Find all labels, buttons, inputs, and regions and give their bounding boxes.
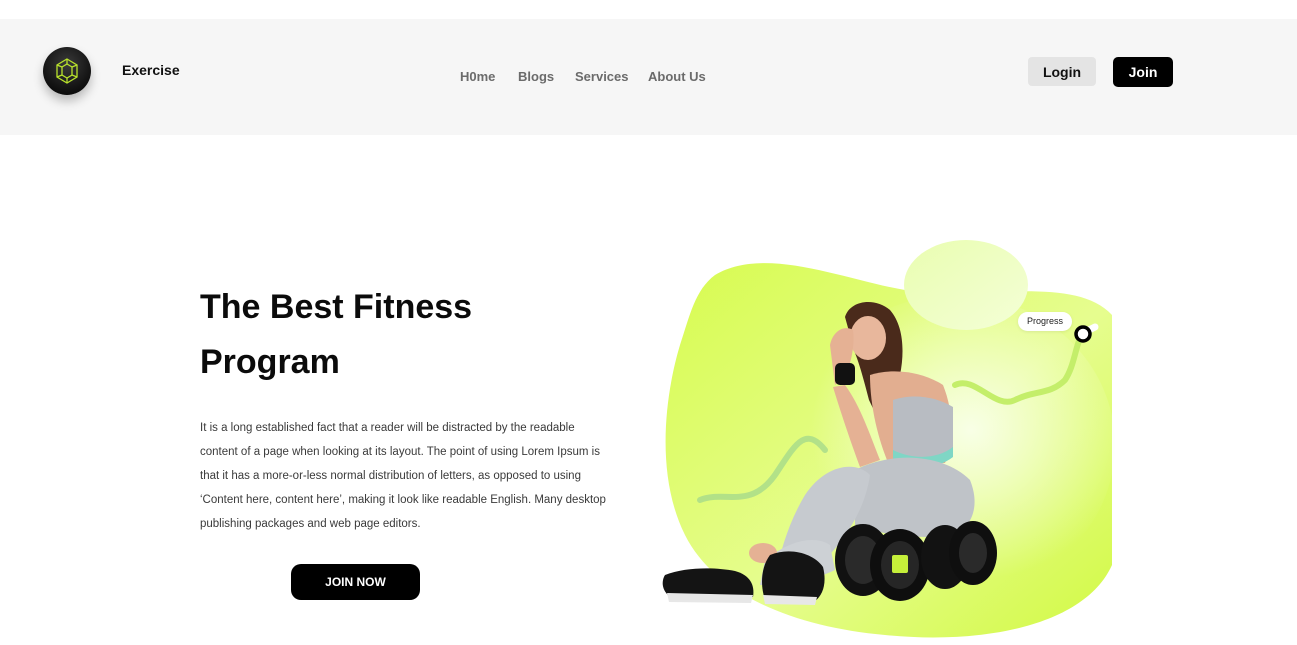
logo-icon[interactable] [43,47,91,95]
login-button[interactable]: Login [1028,57,1096,86]
progress-tag: Progress [1018,312,1072,331]
hero-title-line-1: The Best Fitness [200,288,473,326]
join-now-button[interactable]: JOIN NOW [291,564,420,600]
nav-services[interactable]: Services [575,69,629,84]
hero-description: It is a long established fact that a rea… [200,422,606,530]
brand-name: Exercise [122,62,180,78]
nav-about-us[interactable]: About Us [648,69,706,84]
hero-illustration [655,235,1115,645]
logo-emblem-icon [56,58,78,84]
join-button[interactable]: Join [1113,57,1173,87]
top-navigation-bar: Exercise H0me Blogs Services About Us Lo… [0,19,1297,135]
nav-home[interactable]: H0me [460,69,495,84]
hero-title-line-2: Program [200,343,340,381]
hero-title: The Best Fitness Program [200,280,560,390]
nav-blogs[interactable]: Blogs [518,69,554,84]
fitness-woman-illustration [662,240,1115,638]
